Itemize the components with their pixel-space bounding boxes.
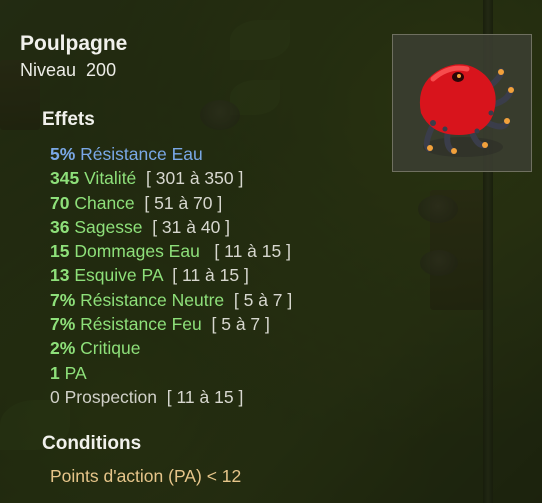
effect-line: 0 Prospection [ 11 à 15 ] [50,385,470,409]
effect-label: Dommages Eau [74,241,200,262]
effect-range: [ 11 à 15 ] [172,265,249,286]
effect-value: 345 [50,168,80,189]
item-tooltip: Poulpagne Niveau 200 Effets 5% Résistanc… [0,0,542,503]
effect-line: 5% Résistance Eau [50,142,470,166]
effect-line: 2% Critique [50,336,470,360]
effect-range: [ 31 à 40 ] [152,216,231,237]
effect-line: 13 Esquive PA [ 11 à 15 ] [50,263,470,287]
effect-label: Chance [74,192,135,213]
effects-title: Effets [42,109,95,130]
effect-range: [ 11 à 15 ] [214,241,291,262]
effect-range: [ 11 à 15 ] [166,386,244,407]
condition-text: Points d'action (PA) < 12 [50,466,242,486]
effect-label: Résistance Eau [80,144,203,164]
level-label: Niveau [20,60,77,80]
item-level: Niveau 200 [20,60,116,81]
effect-line: 345 Vitalité [ 301 à 350 ] [50,166,470,190]
effect-label: Résistance Feu [80,314,202,335]
effect-value: 36 [50,216,70,237]
effect-value: 15 [50,241,70,262]
effect-value: 70 [50,192,70,213]
item-name: Poulpagne [20,32,128,55]
effect-label: Critique [80,338,141,359]
effect-line: 15 Dommages Eau [ 11 à 15 ] [50,239,470,263]
effect-value: 7% [50,289,76,310]
conditions-title: Conditions [42,433,142,454]
effect-label: Résistance Neutre [80,289,225,310]
effect-range: [ 51 à 70 ] [144,192,223,213]
effect-line: 7% Résistance Neutre [ 5 à 7 ] [50,288,470,312]
effect-line: 1 PA [50,361,470,385]
effect-value: 13 [50,265,70,286]
effect-range: [ 5 à 7 ] [233,289,293,310]
effect-value: 1 [50,362,60,383]
effect-range: [ 301 à 350 ] [146,168,244,189]
effect-range: [ 5 à 7 ] [211,314,270,335]
effect-value: 7% [50,314,76,335]
effect-label: Esquive PA [74,265,163,286]
effect-label: Prospection [64,386,158,407]
level-value: 200 [86,60,117,80]
effect-label: Sagesse [74,216,143,237]
effect-value: 2% [50,338,76,359]
effect-value: 0 [50,386,60,407]
effect-line: 36 Sagesse [ 31 à 40 ] [50,215,470,239]
effect-value: 5% [50,144,76,164]
effect-line: 7% Résistance Feu [ 5 à 7 ] [50,312,470,336]
effect-label: PA [64,362,87,383]
effect-line: 70 Chance [ 51 à 70 ] [50,191,470,215]
effects-list: 5% Résistance Eau 345 Vitalité [ 301 à 3… [50,142,470,409]
effect-label: Vitalité [84,168,137,189]
